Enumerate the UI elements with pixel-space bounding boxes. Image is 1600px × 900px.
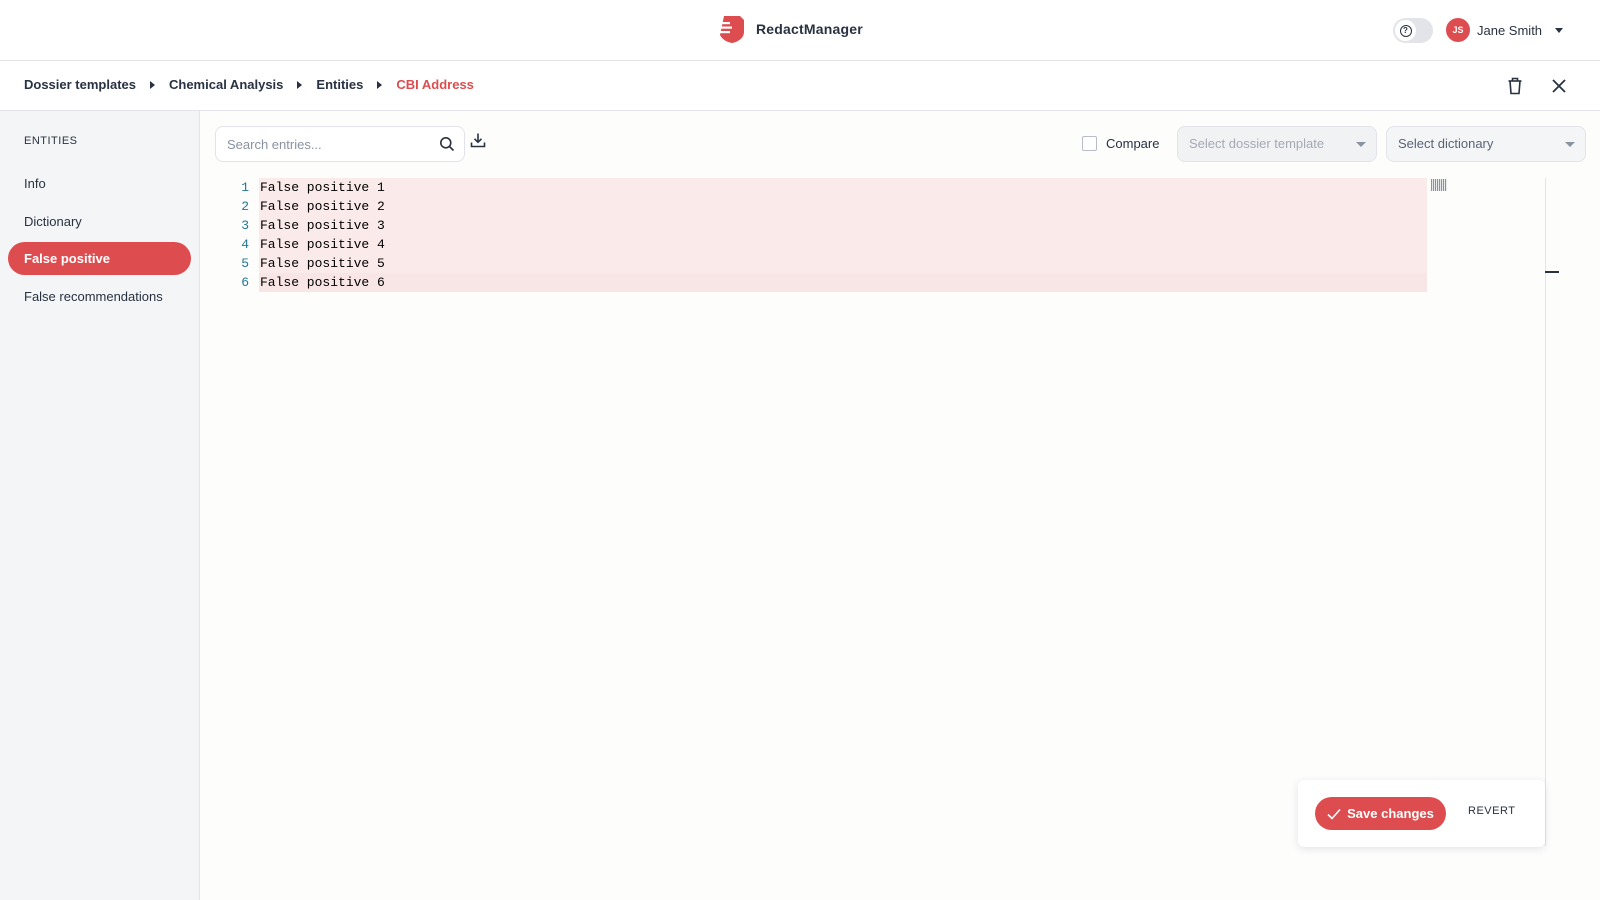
close-icon <box>1552 79 1566 93</box>
sidebar-item-info[interactable]: Info <box>8 167 191 200</box>
close-button[interactable] <box>1548 75 1570 97</box>
revert-button[interactable]: REVERT <box>1468 805 1515 817</box>
sidebar-item-false-recommendations[interactable]: False recommendations <box>8 280 191 313</box>
breadcrumb-entities[interactable]: Entities <box>316 77 363 92</box>
caret-down-icon <box>1565 142 1575 147</box>
editor-line[interactable]: 2 False positive 2 <box>215 197 1575 216</box>
changes-action-bar: Save changes REVERT <box>1298 780 1545 847</box>
line-number: 3 <box>241 218 249 233</box>
editor-scrollbar[interactable] <box>1545 178 1546 846</box>
line-text[interactable]: False positive 5 <box>259 254 1427 273</box>
minimap[interactable] <box>1430 178 1448 192</box>
editor-line[interactable]: 1 False positive 1 <box>215 178 1575 197</box>
line-number: 2 <box>241 199 249 214</box>
caret-right-icon <box>297 80 303 89</box>
search-icon[interactable] <box>439 136 455 152</box>
top-bar: RedactManager ? JS Jane Smith <box>0 0 1600 61</box>
breadcrumb: Dossier templates Chemical Analysis Enti… <box>24 77 474 92</box>
user-menu[interactable]: JS Jane Smith <box>1446 18 1564 42</box>
sidebar-heading: ENTITIES <box>24 135 78 147</box>
caret-right-icon <box>150 80 155 89</box>
line-text[interactable]: False positive 2 <box>259 197 1427 216</box>
caret-right-icon <box>377 80 383 89</box>
dictionary-select-placeholder: Select dictionary <box>1398 136 1494 151</box>
search-box <box>215 126 465 162</box>
download-icon <box>470 133 486 148</box>
app-logo[interactable]: RedactManager <box>716 14 863 44</box>
editor-line[interactable]: 4 False positive 4 <box>215 235 1575 254</box>
question-circle-icon: ? <box>1399 24 1412 37</box>
dossier-template-select-placeholder: Select dossier template <box>1189 136 1325 151</box>
trash-icon <box>1508 77 1522 95</box>
download-button[interactable] <box>470 132 486 153</box>
save-changes-label: Save changes <box>1347 806 1434 821</box>
sidebar: ENTITIES Info Dictionary False positive … <box>0 111 200 900</box>
app-name: RedactManager <box>756 21 863 37</box>
avatar: JS <box>1446 18 1470 42</box>
line-number: 1 <box>241 180 249 195</box>
sidebar-item-dictionary[interactable]: Dictionary <box>8 205 191 238</box>
caret-down-icon <box>1356 142 1366 147</box>
help-mode-toggle[interactable]: ? <box>1393 18 1433 43</box>
editor-line[interactable]: 5 False positive 5 <box>215 254 1575 273</box>
dossier-template-select[interactable]: Select dossier template <box>1177 126 1377 162</box>
line-text[interactable]: False positive 4 <box>259 235 1427 254</box>
breadcrumb-dossier-templates[interactable]: Dossier templates <box>24 77 136 92</box>
sidebar-item-false-positive[interactable]: False positive <box>8 242 191 275</box>
line-text[interactable]: False positive 6 <box>259 273 1427 292</box>
line-number: 5 <box>241 256 249 271</box>
breadcrumb-chemical-analysis[interactable]: Chemical Analysis <box>169 77 283 92</box>
caret-down-icon <box>1555 27 1564 33</box>
line-text[interactable]: False positive 3 <box>259 216 1427 235</box>
search-input[interactable] <box>216 127 426 161</box>
check-icon <box>1327 808 1341 820</box>
delete-button[interactable] <box>1504 75 1526 97</box>
user-name: Jane Smith <box>1477 22 1543 38</box>
page-actions <box>1504 75 1570 97</box>
breadcrumb-bar: Dossier templates Chemical Analysis Enti… <box>0 61 1600 111</box>
save-changes-button[interactable]: Save changes <box>1315 797 1446 830</box>
line-number: 6 <box>241 275 249 290</box>
compare-label: Compare <box>1106 136 1160 151</box>
scrollbar-cursor-marker <box>1545 271 1559 273</box>
line-text[interactable]: False positive 1 <box>259 178 1427 197</box>
editor-line[interactable]: 3 False positive 3 <box>215 216 1575 235</box>
compare-control[interactable]: Compare <box>1082 136 1159 151</box>
compare-checkbox[interactable] <box>1082 136 1097 151</box>
redact-logo-icon <box>716 16 744 43</box>
dictionary-select[interactable]: Select dictionary <box>1386 126 1586 162</box>
editor-line-current[interactable]: 6 False positive 6 <box>215 273 1575 292</box>
breadcrumb-cbi-address: CBI Address <box>396 77 474 92</box>
line-number: 4 <box>241 237 249 252</box>
main-content: Compare Select dossier template Select d… <box>200 111 1600 900</box>
